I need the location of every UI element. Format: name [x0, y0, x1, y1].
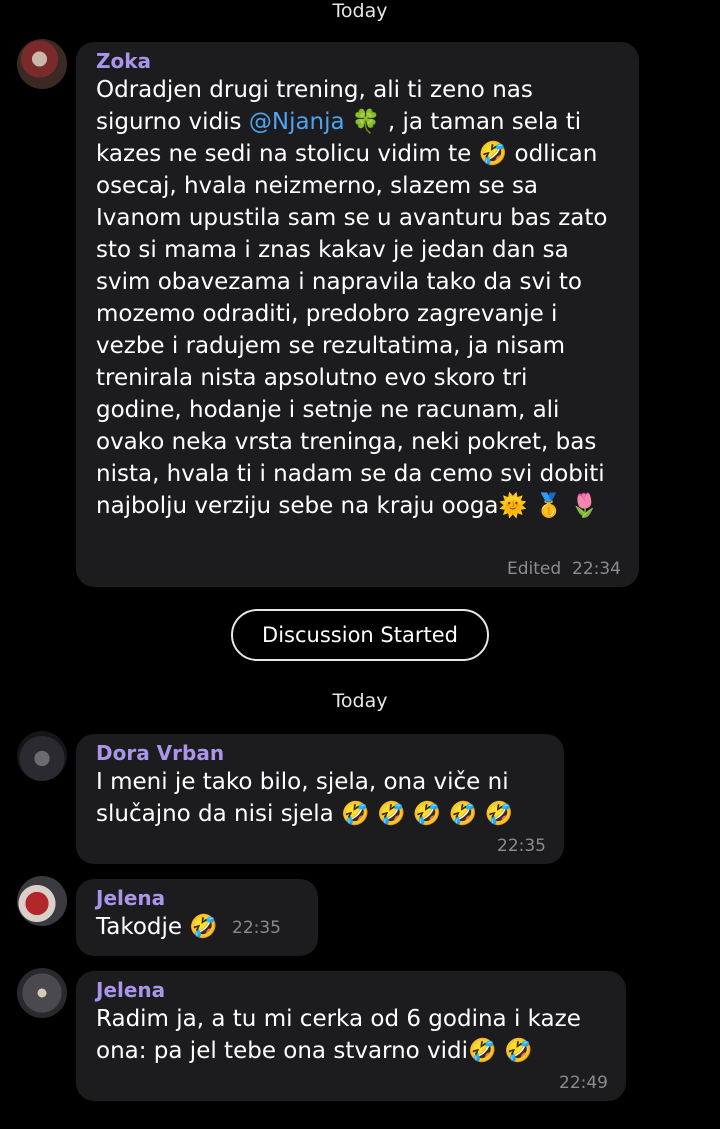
message-time: 22:49	[559, 1073, 608, 1093]
message-bubble-3[interactable]: Jelena Takodje 🤣 22:35	[76, 879, 318, 956]
discussion-started-pill[interactable]: Discussion Started	[231, 609, 489, 661]
message-meta: Edited 22:34	[507, 559, 621, 579]
message-bubble-2[interactable]: Dora Vrban I meni je tako bilo, sjela, o…	[76, 734, 564, 864]
sender-name[interactable]: Jelena	[96, 885, 298, 911]
message-bubble-4[interactable]: Jelena Radim ja, a tu mi cerka od 6 godi…	[76, 971, 626, 1101]
avatar-jelena[interactable]	[17, 876, 67, 926]
message-text: Takodje 🤣 22:35	[96, 911, 298, 944]
date-separator-middle: Today	[332, 690, 388, 712]
message-text: I meni je tako bilo, sjela, ona viče ni …	[96, 769, 514, 827]
sender-name[interactable]: Zoka	[96, 48, 619, 74]
date-separator-top: Today	[332, 0, 388, 22]
message-text: Odradjen drugi trening, ali ti zeno nas …	[96, 74, 619, 522]
message-text: Radim ja, a tu mi cerka od 6 godina i ka…	[96, 1006, 581, 1064]
avatar-zoka[interactable]	[17, 39, 67, 89]
message-text-body: Takodje 🤣	[96, 914, 218, 940]
message-text-part: 🍀 , ja taman sela ti kazes ne sedi na st…	[96, 109, 608, 519]
message-time: 22:35	[232, 917, 281, 938]
sender-name[interactable]: Jelena	[96, 977, 606, 1003]
edited-label: Edited	[507, 559, 562, 579]
message-time: 22:35	[497, 836, 546, 856]
message-bubble-1[interactable]: Zoka Odradjen drugi trening, ali ti zeno…	[76, 42, 639, 587]
sender-name[interactable]: Dora Vrban	[96, 740, 544, 766]
message-time: 22:34	[572, 559, 621, 579]
mention-link[interactable]: @Njanja	[249, 109, 345, 135]
avatar-dora-vrban[interactable]	[17, 731, 67, 781]
avatar-jelena-2[interactable]	[17, 968, 67, 1018]
